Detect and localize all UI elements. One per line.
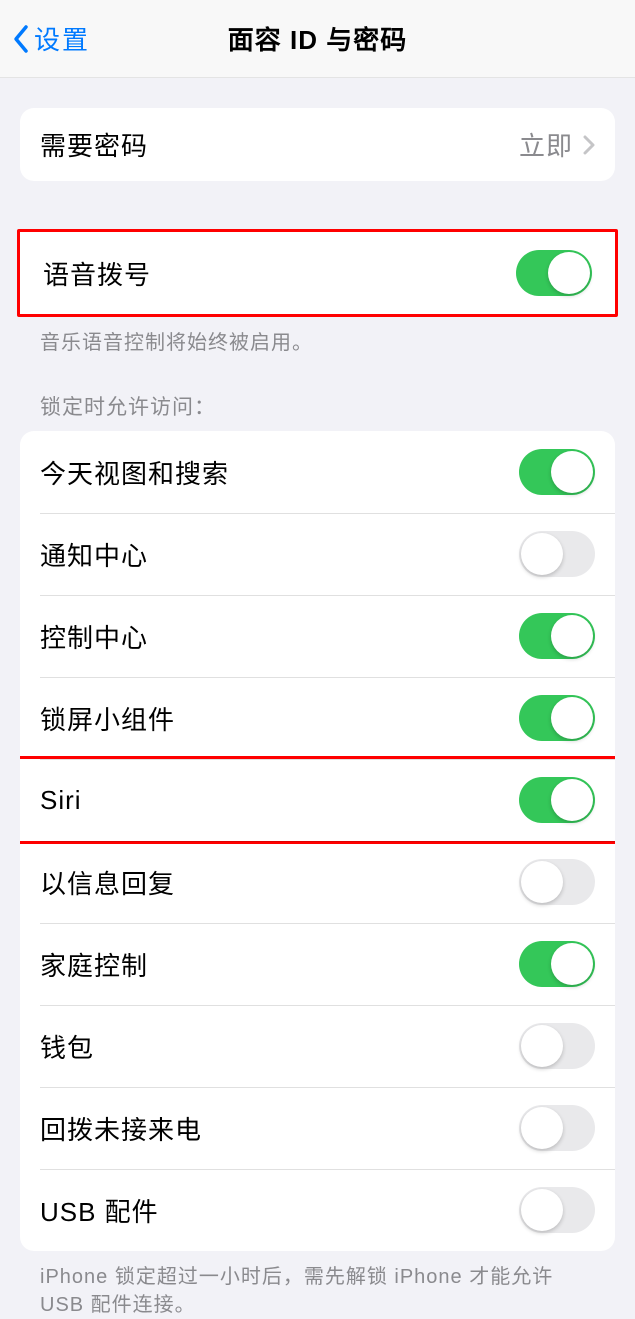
lock-access-toggle[interactable] [519,695,595,741]
voice-dial-footer: 音乐语音控制将始终被启用。 [20,317,615,357]
lock-access-label: 回拨未接来电 [40,1110,202,1147]
require-passcode-group: 需要密码 立即 [20,108,615,181]
lock-access-label: 以信息回复 [40,864,175,901]
lock-access-toggle[interactable] [519,1023,595,1069]
lock-access-row: 家庭控制 [20,923,615,1005]
lock-access-label: 通知中心 [40,536,148,573]
voice-dial-label: 语音拨号 [43,255,151,292]
lock-access-toggle[interactable] [519,777,595,823]
voice-dial-group: 语音拨号 [20,232,615,314]
lock-access-row: 钱包 [20,1005,615,1087]
lock-access-row: 通知中心 [20,513,615,595]
lock-access-row: 回拨未接来电 [20,1087,615,1169]
navigation-bar: 设置 面容 ID 与密码 [0,0,635,78]
require-passcode-row[interactable]: 需要密码 立即 [20,108,615,181]
lock-access-toggle[interactable] [519,859,595,905]
lock-access-group: 今天视图和搜索通知中心控制中心锁屏小组件 Siri 以信息回复家庭控制钱包回拨未接来… [20,431,615,1251]
lock-access-row: 控制中心 [20,595,615,677]
require-passcode-value: 立即 [519,126,573,163]
page-title: 面容 ID 与密码 [228,20,407,57]
lock-access-row: USB 配件 [20,1169,615,1251]
chevron-right-icon [583,135,595,155]
voice-dial-highlight: 语音拨号 [17,229,618,317]
lock-access-toggle[interactable] [519,613,595,659]
lock-access-row: 锁屏小组件 [20,677,615,759]
lock-access-header: 锁定时允许访问： [20,391,615,431]
lock-access-label: 家庭控制 [40,946,148,983]
lock-access-toggle[interactable] [519,449,595,495]
back-button[interactable]: 设置 [0,20,90,57]
lock-access-toggle[interactable] [519,531,595,577]
lock-access-row: Siri [20,759,615,841]
voice-dial-row: 语音拨号 [20,232,615,314]
lock-access-label: Siri [40,785,82,816]
lock-access-label: 今天视图和搜索 [40,454,229,491]
lock-access-label: 控制中心 [40,618,148,655]
lock-access-label: USB 配件 [40,1192,159,1229]
lock-access-toggle[interactable] [519,941,595,987]
lock-access-footer: iPhone 锁定超过一小时后，需先解锁 iPhone 才能允许 USB 配件连… [20,1251,615,1319]
back-label: 设置 [34,20,90,57]
lock-access-label: 锁屏小组件 [40,700,175,737]
lock-access-toggle[interactable] [519,1187,595,1233]
lock-access-row: 今天视图和搜索 [20,431,615,513]
require-passcode-label: 需要密码 [40,126,148,163]
voice-dial-toggle[interactable] [516,250,592,296]
lock-access-row: 以信息回复 [20,841,615,923]
lock-access-label: 钱包 [40,1028,94,1065]
lock-access-toggle[interactable] [519,1105,595,1151]
chevron-left-icon [12,24,30,54]
